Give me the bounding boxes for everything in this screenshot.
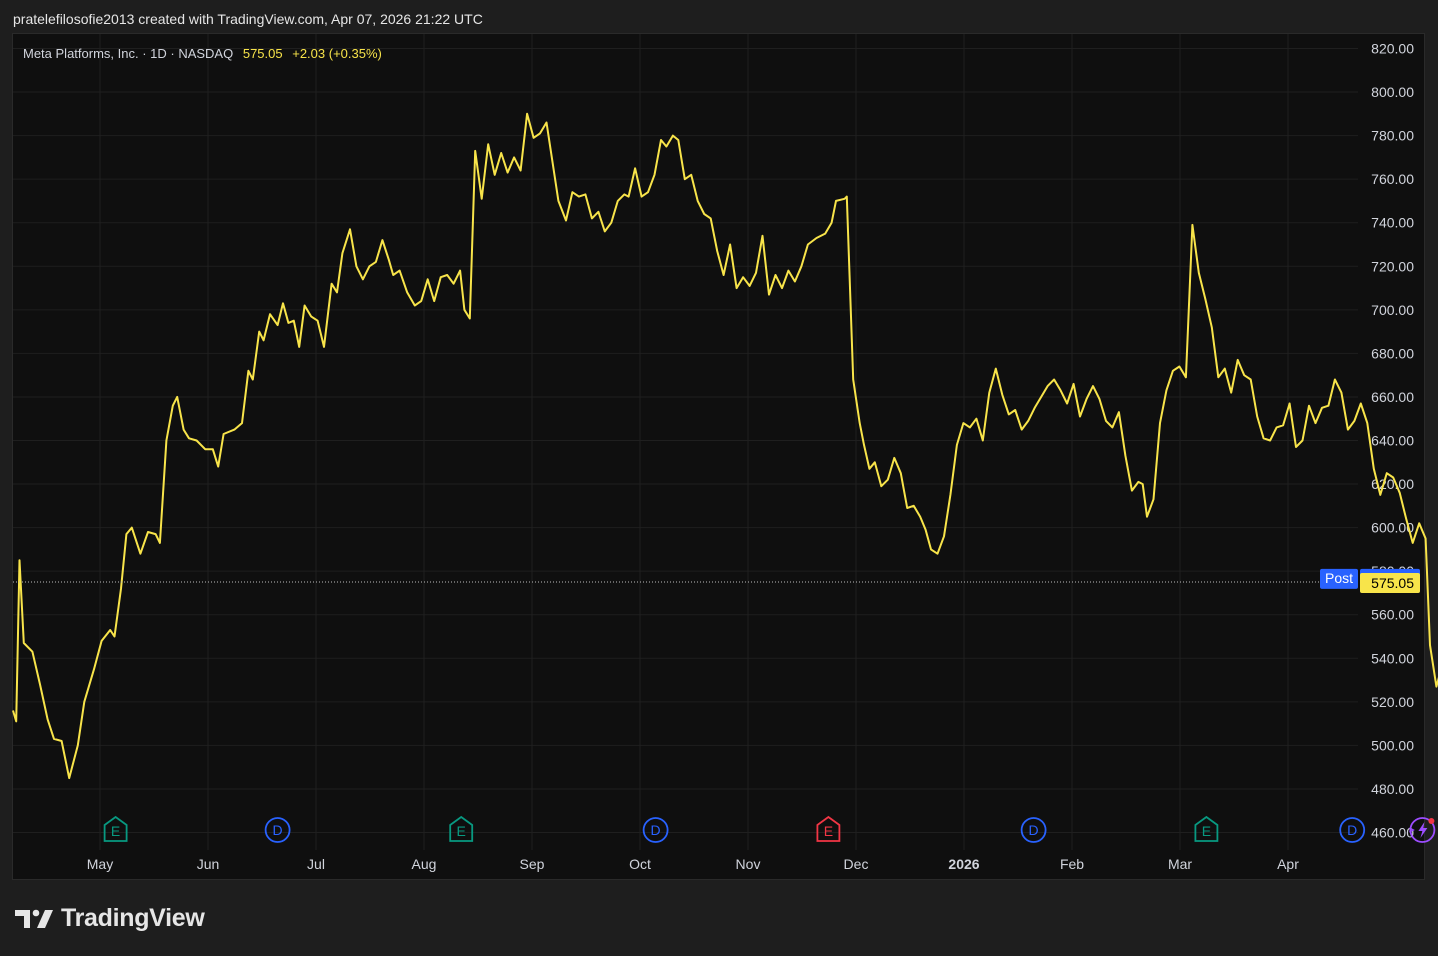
x-tick-label: 2026 — [948, 856, 979, 872]
dividend-icon-letter: D — [1347, 822, 1357, 838]
y-tick-label: 540.00 — [1371, 650, 1414, 666]
earnings-icon-letter: E — [824, 823, 833, 839]
dividend-icon[interactable]: D — [264, 817, 291, 843]
x-tick-label: Jun — [197, 856, 220, 872]
lightning-icon — [1418, 822, 1428, 838]
y-axis: 820.00 800.00 780.00 760.00 740.00 720.00 700.… — [1371, 41, 1414, 841]
earnings-icon-letter: E — [111, 823, 120, 839]
dividend-icon-letter: D — [273, 822, 283, 838]
x-tick-label: May — [87, 856, 113, 872]
price-chart[interactable]: 820.00 800.00 780.00 760.00 740.00 720.00 700.… — [0, 0, 1438, 956]
last-price-value: 575.05 — [1371, 575, 1414, 591]
grid-lines — [13, 34, 1358, 850]
earnings-icon-letter: E — [1202, 823, 1211, 839]
y-tick-label: 680.00 — [1371, 345, 1414, 361]
x-tick-label: Dec — [844, 856, 869, 872]
price-tags: Post575.55575.05 — [1320, 568, 1420, 593]
y-tick-label: 820.00 — [1371, 41, 1414, 57]
notification-dot — [1428, 818, 1435, 824]
tradingview-logo[interactable]: TradingView — [15, 904, 205, 933]
y-tick-label: 520.00 — [1371, 694, 1414, 710]
earnings-icon[interactable]: E — [816, 815, 841, 842]
x-tick-label: Aug — [412, 856, 437, 872]
y-tick-label: 640.00 — [1371, 433, 1414, 449]
x-tick-label: Nov — [736, 856, 761, 872]
event-markers: EDEDEDED — [103, 815, 1436, 843]
y-tick-label: 760.00 — [1371, 171, 1414, 187]
symbol-description[interactable]: Meta Platforms, Inc. · 1D · NASDAQ — [23, 46, 233, 61]
earnings-icon[interactable]: E — [1194, 815, 1219, 842]
earnings-icon[interactable]: E — [449, 815, 474, 842]
y-tick-label: 480.00 — [1371, 781, 1414, 797]
y-tick-label: 660.00 — [1371, 389, 1414, 405]
dividend-icon-letter: D — [651, 822, 661, 838]
dividend-icon[interactable]: D — [642, 817, 669, 843]
y-tick-label: 500.00 — [1371, 737, 1414, 753]
y-tick-label: 700.00 — [1371, 302, 1414, 318]
x-tick-label: Sep — [520, 856, 545, 872]
y-tick-label: 720.00 — [1371, 258, 1414, 274]
legend-change: +2.03 (+0.35%) — [292, 46, 382, 61]
y-tick-label: 740.00 — [1371, 215, 1414, 231]
post-label: Post — [1325, 570, 1353, 586]
upcoming-event-icon[interactable] — [1409, 817, 1436, 843]
x-tick-label: Feb — [1060, 856, 1084, 872]
dividend-icon-letter: D — [1029, 822, 1039, 838]
price-series — [12, 112, 1438, 780]
earnings-icon-letter: E — [457, 823, 466, 839]
tradingview-logo-icon — [15, 909, 53, 928]
dividend-icon[interactable]: D — [1339, 817, 1366, 843]
x-tick-label: Mar — [1168, 856, 1192, 872]
legend-price: 575.05 — [242, 46, 283, 61]
x-tick-label: Jul — [307, 856, 325, 872]
y-tick-label: 780.00 — [1371, 128, 1414, 144]
earnings-icon[interactable]: E — [103, 815, 128, 842]
price-line[interactable] — [12, 112, 1438, 780]
y-tick-label: 800.00 — [1371, 84, 1414, 100]
brand-name: TradingView — [61, 904, 205, 932]
x-axis: May Jun Jul Aug Sep Oct Nov Dec 2026 Feb Mar Apr — [87, 856, 1299, 872]
dividend-icon[interactable]: D — [1020, 817, 1047, 843]
x-tick-label: Oct — [629, 856, 651, 872]
y-tick-label: 560.00 — [1371, 607, 1414, 623]
y-tick-label: 460.00 — [1371, 825, 1414, 841]
x-tick-label: Apr — [1277, 856, 1299, 872]
chart-legend: Meta Platforms, Inc. · 1D · NASDAQ 575.0… — [23, 45, 382, 63]
